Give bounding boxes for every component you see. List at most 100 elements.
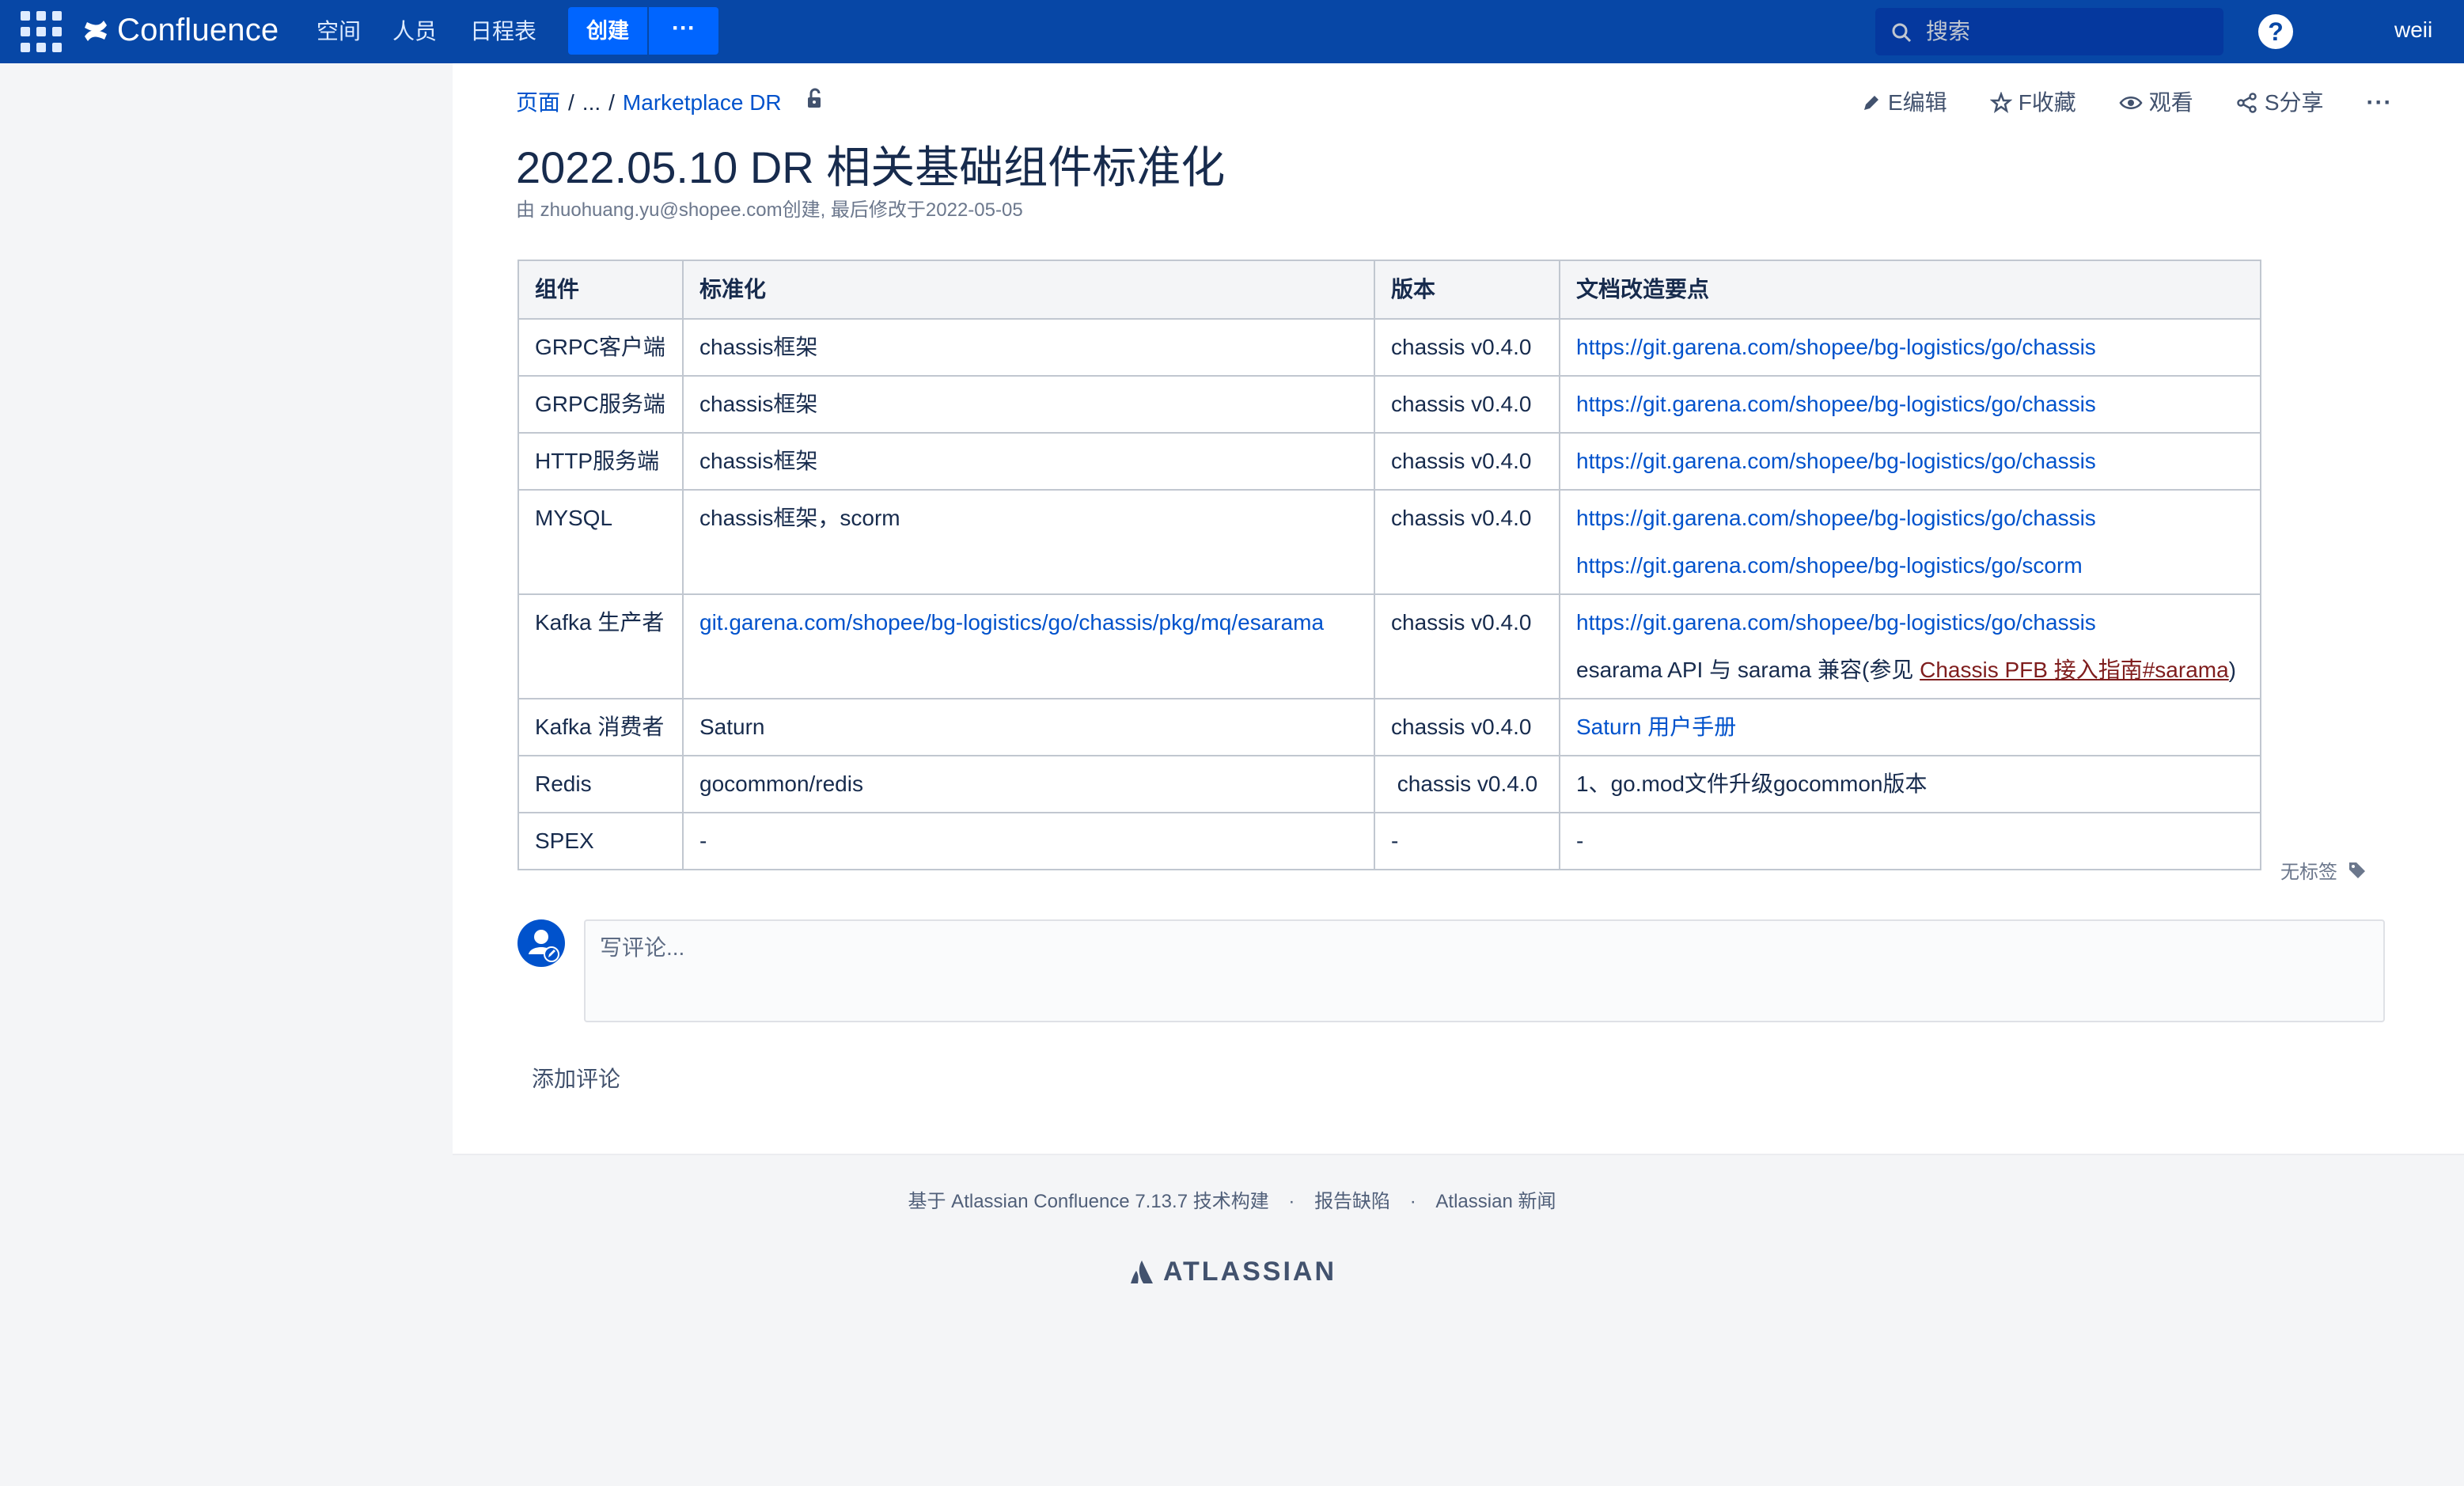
breadcrumb-ellipsis[interactable]: ... <box>582 87 601 119</box>
version-cell: chassis v0.4.0 <box>1374 489 1560 595</box>
app-name: Confluence <box>117 13 279 47</box>
eye-icon <box>2119 97 2143 109</box>
doc-link[interactable]: https://git.garena.com/shopee/bg-logisti… <box>1576 335 2096 359</box>
more-actions-button[interactable]: ··· <box>2367 87 2393 119</box>
atlassian-wordmark: ATLASSIAN <box>1163 1257 1337 1287</box>
nav-spaces[interactable]: 空间 <box>317 16 361 47</box>
column-header: 文档改造要点 <box>1559 260 2261 320</box>
doc-cell: https://git.garena.com/shopee/bg-logisti… <box>1559 375 2261 434</box>
comment-input[interactable]: 写评论... <box>584 919 2385 1022</box>
breadcrumb-parent[interactable]: Marketplace DR <box>623 87 782 119</box>
edit-label: E编辑 <box>1888 90 1947 115</box>
doc-link[interactable]: https://git.garena.com/shopee/bg-logisti… <box>1576 392 2096 416</box>
add-comment-button[interactable]: 添加评论 <box>532 1062 620 1094</box>
table-row: Kafka 生产者 git.garena.com/shopee/bg-logis… <box>517 593 2261 699</box>
breadcrumb-separator: / <box>568 90 574 115</box>
doc-link[interactable]: https://git.garena.com/shopee/bg-logisti… <box>1576 506 2096 530</box>
watch-button[interactable]: 观看 <box>2119 87 2193 119</box>
doc-cell: https://git.garena.com/shopee/bg-logisti… <box>1559 318 2261 377</box>
share-button[interactable]: S分享 <box>2236 87 2324 119</box>
version-cell: chassis v0.4.0 <box>1374 375 1560 434</box>
page-actions: E编辑 F收藏 观看 S分享 ··· <box>1861 87 2392 119</box>
standard-cell: gocommon/redis <box>682 755 1375 813</box>
footer-built-with[interactable]: 基于 Atlassian Confluence 7.13.7 技术构建 <box>908 1191 1269 1212</box>
doc-link[interactable]: https://git.garena.com/shopee/bg-logisti… <box>1576 610 2096 635</box>
doc-link[interactable]: https://git.garena.com/shopee/bg-logisti… <box>1576 553 2083 578</box>
breadcrumb-separator: / <box>608 90 615 115</box>
help-icon[interactable]: ? <box>2258 14 2293 49</box>
table-row: SPEX - - - <box>517 812 2261 870</box>
pencil-icon <box>1864 96 1878 110</box>
user-avatar-icon <box>529 930 559 962</box>
comment-placeholder: 写评论... <box>600 935 685 960</box>
standard-cell: chassis框架 <box>682 375 1375 434</box>
favorite-button[interactable]: F收藏 <box>1989 87 2076 119</box>
table-row: HTTP服务端 chassis框架 chassis v0.4.0 https:/… <box>517 432 2261 491</box>
labels-area[interactable]: 无标签 <box>2280 856 2367 884</box>
doc-note-text: ) <box>2228 658 2236 682</box>
doc-cell: Saturn 用户手册 <box>1559 698 2261 756</box>
doc-cell: https://git.garena.com/shopee/bg-logisti… <box>1559 593 2261 699</box>
footer-news[interactable]: Atlassian 新闻 <box>1435 1191 1556 1212</box>
version-cell: chassis v0.4.0 <box>1374 755 1560 813</box>
version-cell: chassis v0.4.0 <box>1374 698 1560 756</box>
share-icon <box>2237 93 2257 113</box>
create-button[interactable]: 创建 <box>568 7 647 55</box>
component-cell: Kafka 生产者 <box>517 593 684 699</box>
breadcrumb: 页面 / ... / Marketplace DR <box>516 87 826 119</box>
doc-cell: 1、go.mod文件升级gocommon版本 <box>1559 755 2261 813</box>
search-icon <box>1892 23 1912 43</box>
component-cell: GRPC客户端 <box>517 318 684 377</box>
footer-report-bug[interactable]: 报告缺陷 <box>1314 1191 1390 1212</box>
doc-link[interactable]: https://git.garena.com/shopee/bg-logisti… <box>1576 449 2096 473</box>
components-table: 组件 标准化 版本 文档改造要点 GRPC客户端 chassis框架 chass… <box>517 260 2261 870</box>
unlock-icon[interactable] <box>806 87 826 119</box>
footer-separator: · <box>1288 1191 1295 1212</box>
atlassian-logo-icon <box>1131 1260 1153 1283</box>
table-row: GRPC客户端 chassis框架 chassis v0.4.0 https:/… <box>517 318 2261 377</box>
page-title: 2022.05.10 DR 相关基础组件标准化 <box>516 142 1226 192</box>
page-byline: 由 zhuohuang.yu@shopee.com创建, 最后修改于2022-0… <box>516 199 1023 221</box>
standard-cell: - <box>682 812 1375 870</box>
standard-cell: Saturn <box>682 698 1375 756</box>
doc-cell: - <box>1559 812 2261 870</box>
table-row: GRPC服务端 chassis框架 chassis v0.4.0 https:/… <box>517 375 2261 434</box>
table-header-row: 组件 标准化 版本 文档改造要点 <box>517 260 2261 320</box>
version-cell: chassis v0.4.0 <box>1374 318 1560 377</box>
doc-cell: https://git.garena.com/shopee/bg-logisti… <box>1559 489 2261 595</box>
footer-divider <box>453 1154 2464 1155</box>
table-row: Kafka 消费者 Saturn chassis v0.4.0 Saturn 用… <box>517 698 2261 756</box>
top-navigation-bar: Confluence 空间 人员 日程表 创建 ··· ? weii <box>0 0 2464 63</box>
edit-button[interactable]: E编辑 <box>1861 87 1947 119</box>
page-content: 页面 / ... / Marketplace DR E编辑 F收藏 观看 S分享… <box>453 63 2464 1154</box>
user-menu[interactable]: weii <box>2394 14 2432 46</box>
atlassian-logo[interactable]: ATLASSIAN <box>1130 1257 1336 1287</box>
component-cell: Redis <box>517 755 684 813</box>
search-input[interactable] <box>1926 16 2211 47</box>
table-row: Redis gocommon/redis chassis v0.4.0 1、go… <box>517 755 2261 813</box>
standard-cell: chassis框架 <box>682 432 1375 491</box>
footer-separator: · <box>1409 1191 1416 1212</box>
breadcrumb-pages[interactable]: 页面 <box>516 87 560 119</box>
nav-people[interactable]: 人员 <box>392 16 437 47</box>
doc-link[interactable]: Saturn 用户手册 <box>1576 715 1736 739</box>
nav-calendars[interactable]: 日程表 <box>470 16 536 47</box>
component-cell: MYSQL <box>517 489 684 595</box>
star-icon <box>1989 92 2012 113</box>
footer: 基于 Atlassian Confluence 7.13.7 技术构建 · 报告… <box>0 1185 2464 1213</box>
avatar <box>517 919 565 967</box>
search-box[interactable] <box>1875 8 2223 55</box>
component-cell: GRPC服务端 <box>517 375 684 434</box>
standard-link[interactable]: git.garena.com/shopee/bg-logistics/go/ch… <box>699 610 1324 635</box>
standard-cell: git.garena.com/shopee/bg-logistics/go/ch… <box>682 593 1375 699</box>
version-cell: chassis v0.4.0 <box>1374 432 1560 491</box>
confluence-logo[interactable]: Confluence <box>82 13 279 48</box>
doc-cell: https://git.garena.com/shopee/bg-logisti… <box>1559 432 2261 491</box>
app-switcher-icon[interactable] <box>21 11 62 52</box>
version-cell: - <box>1374 812 1560 870</box>
pfb-guide-link[interactable]: Chassis PFB 接入指南#sarama <box>1920 658 2229 682</box>
standard-cell: chassis框架，scorm <box>682 489 1375 595</box>
doc-note-text: esarama API 与 sarama 兼容(参见 <box>1576 658 1920 682</box>
create-more-button[interactable]: ··· <box>649 7 718 55</box>
no-labels-text: 无标签 <box>2280 862 2337 883</box>
